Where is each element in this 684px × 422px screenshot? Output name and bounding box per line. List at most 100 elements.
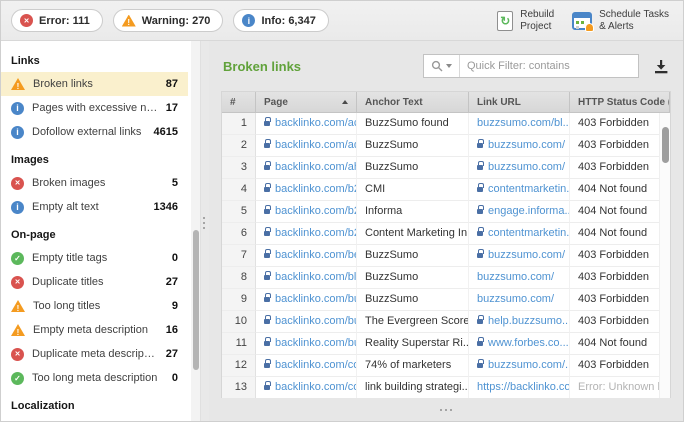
sidebar-item[interactable]: Empty title tags 0 — [1, 246, 188, 270]
anchor-text-cell: The Evergreen Score — [357, 311, 469, 333]
page-url-cell[interactable]: backlinko.com/acti... — [256, 113, 357, 135]
sidebar-item-count: 5 — [171, 177, 178, 189]
sidebar-item[interactable]: Language Versions 0 — [1, 417, 188, 421]
broken-links-table: # Page Anchor Text Link URL HTTP Status … — [221, 91, 671, 398]
link-url-cell[interactable]: engage.informa... — [469, 201, 570, 223]
column-header[interactable]: HTTP Status Code (link ... — [570, 92, 670, 113]
link-url-cell[interactable]: www.forbes.co... — [469, 333, 570, 355]
page-url-cell[interactable]: backlinko.com/adv... — [256, 135, 357, 157]
info-icon — [11, 125, 24, 139]
sidebar-item-label: Duplicate titles — [32, 276, 104, 288]
column-header[interactable]: Anchor Text — [357, 92, 469, 113]
sidebar-scrollbar[interactable] — [191, 41, 200, 421]
table-body: 1 backlinko.com/acti... BuzzSumo found b… — [222, 113, 670, 398]
status-badges: Error: 111 Warning: 270 Info: 6,347 — [11, 9, 329, 32]
page-url-cell[interactable]: backlinko.com/b2b... — [256, 179, 357, 201]
sidebar-item[interactable]: Pages with excessive number of l... 17 — [1, 96, 188, 120]
sidebar-item[interactable]: Too long titles 9 — [1, 294, 188, 318]
row-number-cell: 11 — [222, 333, 256, 355]
sidebar-item-label: Duplicate meta descriptions — [32, 348, 158, 360]
link-url-cell[interactable]: buzzsumo.com/ — [469, 289, 570, 311]
page-url-cell[interactable]: backlinko.com/ahr... — [256, 157, 357, 179]
topbar-actions: Rebuild Project Schedule Tasks & Alerts — [497, 9, 673, 33]
table-row[interactable]: 13 backlinko.com/con... link building st… — [222, 377, 670, 398]
table-row[interactable]: 3 backlinko.com/ahr... BuzzSumo buzzsumo… — [222, 157, 670, 179]
table-row[interactable]: 1 backlinko.com/acti... BuzzSumo found b… — [222, 113, 670, 135]
anchor-text-cell: Reality Superstar Ri... — [357, 333, 469, 355]
table-row[interactable]: 4 backlinko.com/b2b... CMI contentmarket… — [222, 179, 670, 201]
sidebar-item-count: 27 — [165, 348, 178, 360]
page-url-cell[interactable]: backlinko.com/b2b... — [256, 201, 357, 223]
resize-handle-icon[interactable] — [440, 408, 452, 411]
error-count-badge[interactable]: Error: 111 — [11, 9, 103, 32]
sidebar-item[interactable]: Duplicate titles 27 — [1, 270, 188, 294]
info-count-badge[interactable]: Info: 6,347 — [233, 9, 329, 32]
column-header[interactable]: # — [222, 92, 256, 113]
table-row[interactable]: 9 backlinko.com/buz... BuzzSumo buzzsumo… — [222, 289, 670, 311]
rebuild-project-icon — [497, 10, 514, 31]
sidebar-item-count: 17 — [165, 102, 178, 114]
page-url-cell[interactable]: backlinko.com/b2b... — [256, 223, 357, 245]
table-row[interactable]: 12 backlinko.com/con... 74% of marketers… — [222, 355, 670, 377]
page-url-cell[interactable]: backlinko.com/blo... — [256, 267, 357, 289]
sidebar-item[interactable]: Empty alt text 1346 — [1, 195, 188, 219]
sidebar-group-title: On-page — [11, 229, 56, 241]
table-row[interactable]: 10 backlinko.com/buz... The Evergreen Sc… — [222, 311, 670, 333]
table-row[interactable]: 6 backlinko.com/b2b... Content Marketing… — [222, 223, 670, 245]
column-header-label: Link URL — [477, 96, 521, 108]
sidebar-item[interactable]: Dofollow external links 4615 — [1, 120, 188, 144]
error-badge-label: Error: 111 — [39, 14, 90, 27]
lock-icon — [477, 161, 484, 170]
quick-filter-input[interactable] — [460, 55, 638, 77]
http-status-cell: 403 Forbidden — [570, 157, 670, 179]
table-scrollbar-thumb[interactable] — [662, 127, 669, 163]
table-header: # Page Anchor Text Link URL HTTP Status … — [222, 92, 670, 113]
table-row[interactable]: 2 backlinko.com/adv... BuzzSumo buzzsumo… — [222, 135, 670, 157]
filter-mode-dropdown[interactable] — [424, 55, 460, 77]
sidebar-item[interactable]: Empty meta description 16 — [1, 318, 188, 342]
warning-count-badge[interactable]: Warning: 270 — [112, 9, 224, 32]
page-url-cell[interactable]: backlinko.com/con... — [256, 377, 357, 398]
page-url-cell[interactable]: backlinko.com/buz... — [256, 289, 357, 311]
page-url-cell[interactable]: backlinko.com/buz... — [256, 311, 357, 333]
table-row[interactable]: 8 backlinko.com/blo... BuzzSumo buzzsumo… — [222, 267, 670, 289]
sidebar-scrollbar-thumb[interactable] — [193, 230, 199, 370]
anchor-text-cell: BuzzSumo — [357, 157, 469, 179]
link-url-cell[interactable]: help.buzzsumo.... — [469, 311, 570, 333]
link-url-cell[interactable]: https://backlinko.co... — [469, 377, 570, 398]
column-header[interactable]: Page — [256, 92, 357, 113]
lock-icon — [264, 227, 271, 236]
schedule-tasks-button[interactable]: Schedule Tasks & Alerts — [572, 9, 669, 33]
page-url-cell[interactable]: backlinko.com/con... — [256, 355, 357, 377]
lock-icon — [477, 337, 484, 346]
lock-icon — [477, 183, 484, 192]
panel-splitter[interactable] — [201, 41, 209, 421]
table-row[interactable]: 7 backlinko.com/bes... BuzzSumo buzzsumo… — [222, 245, 670, 267]
link-url-cell[interactable]: buzzsumo.com/ — [469, 267, 570, 289]
link-url-cell[interactable]: buzzsumo.com/ — [469, 157, 570, 179]
link-url-cell[interactable]: buzzsumo.com/ — [469, 135, 570, 157]
sidebar-item[interactable]: Broken images 5 — [1, 171, 188, 195]
export-button[interactable] — [653, 59, 669, 74]
success-icon — [11, 371, 24, 385]
link-url-cell[interactable]: contentmarketin... — [469, 223, 570, 245]
table-row[interactable]: 11 backlinko.com/buz... Reality Supersta… — [222, 333, 670, 355]
lock-icon — [264, 293, 271, 302]
table-row[interactable]: 5 backlinko.com/b2b... Informa engage.in… — [222, 201, 670, 223]
info-icon — [11, 101, 24, 115]
rebuild-project-button[interactable]: Rebuild Project — [497, 9, 554, 33]
link-url-cell[interactable]: buzzsumo.com/bl... — [469, 113, 570, 135]
sidebar-item[interactable]: Duplicate meta descriptions 27 — [1, 342, 188, 366]
sidebar-item[interactable]: Broken links 87 — [1, 72, 188, 96]
page-url-cell[interactable]: backlinko.com/buz... — [256, 333, 357, 355]
link-url-cell[interactable]: buzzsumo.com/... — [469, 355, 570, 377]
column-header[interactable]: Link URL — [469, 92, 570, 113]
page-url-cell[interactable]: backlinko.com/bes... — [256, 245, 357, 267]
app-window: Error: 111 Warning: 270 Info: 6,347 Rebu… — [0, 0, 684, 422]
link-url-cell[interactable]: contentmarketin... — [469, 179, 570, 201]
lock-icon — [477, 205, 484, 214]
table-scrollbar[interactable] — [659, 113, 670, 398]
http-status-cell: 404 Not found — [570, 333, 670, 355]
link-url-cell[interactable]: buzzsumo.com/ — [469, 245, 570, 267]
sidebar-item[interactable]: Too long meta description 0 — [1, 366, 188, 390]
